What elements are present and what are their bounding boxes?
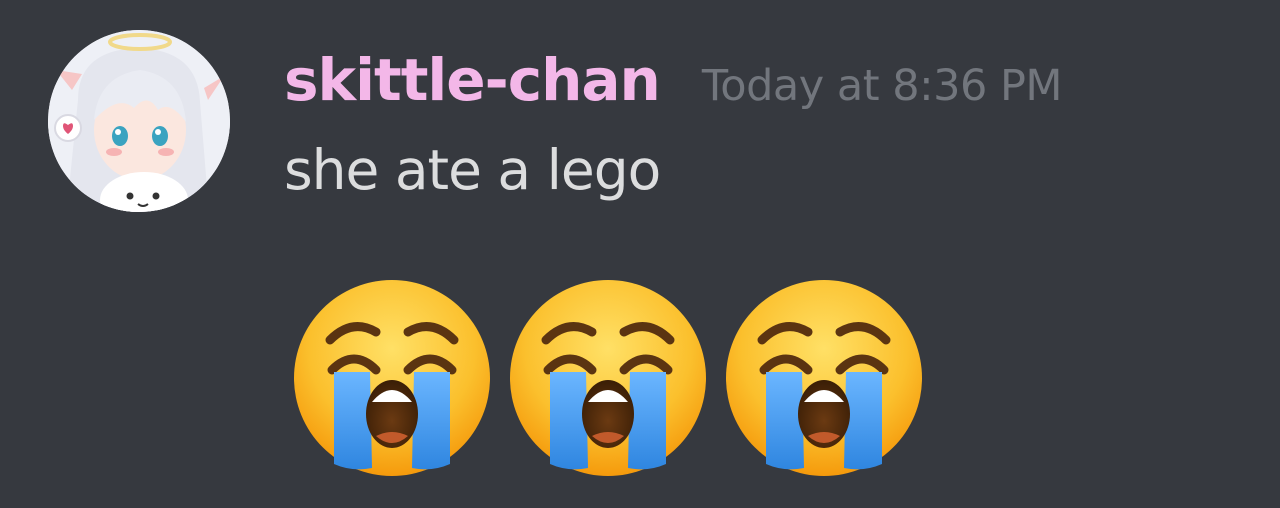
username[interactable]: skittle-chan — [284, 46, 661, 114]
chat-message: skittle-chan Today at 8:36 PM she ate a … — [0, 0, 1280, 508]
user-avatar[interactable] — [48, 30, 230, 212]
loudly-crying-face-icon[interactable] — [724, 278, 924, 478]
message-header: skittle-chan Today at 8:36 PM — [284, 46, 1063, 126]
loudly-crying-face-icon[interactable] — [292, 278, 492, 478]
loudly-crying-face-icon[interactable] — [508, 278, 708, 478]
message-content: she ate a lego — [284, 138, 661, 202]
anime-angel-girl-avatar-icon — [48, 30, 230, 212]
emoji-row — [292, 278, 924, 482]
message-timestamp[interactable]: Today at 8:36 PM — [702, 61, 1063, 111]
